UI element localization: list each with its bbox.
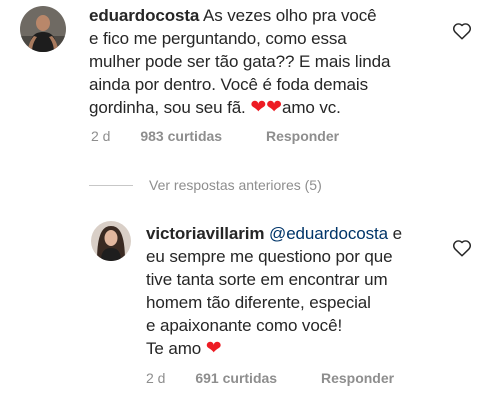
avatar-eduardocosta[interactable] (20, 6, 66, 52)
comment-text-line: e (392, 224, 402, 243)
likes-count[interactable]: 691 curtidas (195, 370, 277, 386)
heart-emoji-icon: ❤ (266, 97, 282, 118)
comment-text-line: homem tão diferente, especial (146, 293, 371, 312)
reply-button[interactable]: Responder (266, 128, 339, 144)
comment-body: eduardocosta As vezes olho pra você e fi… (89, 4, 390, 119)
heart-outline-icon[interactable] (452, 239, 472, 257)
comment-text-line: e fico me perguntando, como essa (89, 29, 347, 48)
reply-button[interactable]: Responder (321, 370, 394, 386)
comment-text-line: mulher pode ser tão gata?? E mais linda (89, 52, 391, 71)
avatar-photo (20, 6, 66, 52)
heart-emoji-icon: ❤ (205, 338, 222, 359)
comment-body: victoriavillarim @eduardocosta e eu semp… (146, 222, 402, 360)
comment-time: 2 d (146, 370, 166, 386)
comment-username[interactable]: victoriavillarim (146, 224, 265, 243)
avatar-photo (91, 221, 131, 261)
view-replies-label: Ver respostas anteriores (5) (149, 177, 322, 193)
heart-emoji-icon: ❤ (250, 97, 267, 118)
likes-count[interactable]: 983 curtidas (140, 128, 222, 144)
comment-meta: 2 d 691 curtidas Responder (146, 370, 394, 386)
comment-text-line: tive tanta sorte em encontrar um (146, 270, 388, 289)
comment-username[interactable]: eduardocosta (89, 6, 199, 25)
avatar-victoriavillarim[interactable] (91, 221, 131, 261)
heart-outline-icon[interactable] (452, 22, 472, 40)
comment-text-line: As vezes olho pra você (202, 6, 377, 25)
comment-text-line: Te amo (146, 339, 202, 358)
comment-text-line: gordinha, sou seu fã. (89, 98, 246, 117)
comment-meta: 2 d 983 curtidas Responder (91, 128, 339, 144)
comment-text-tail: amo vc. (281, 98, 341, 117)
comment-text-line: ainda por dentro. Você é foda demais (89, 75, 368, 94)
view-previous-replies[interactable]: Ver respostas anteriores (5) (89, 177, 322, 193)
comment-time: 2 d (91, 128, 111, 144)
mention-link[interactable]: @eduardocosta (269, 224, 388, 243)
comment-text-line: eu sempre me questiono por que (146, 247, 393, 266)
divider-line (89, 184, 133, 186)
comment-text-line: e apaixonante como você! (146, 316, 343, 335)
